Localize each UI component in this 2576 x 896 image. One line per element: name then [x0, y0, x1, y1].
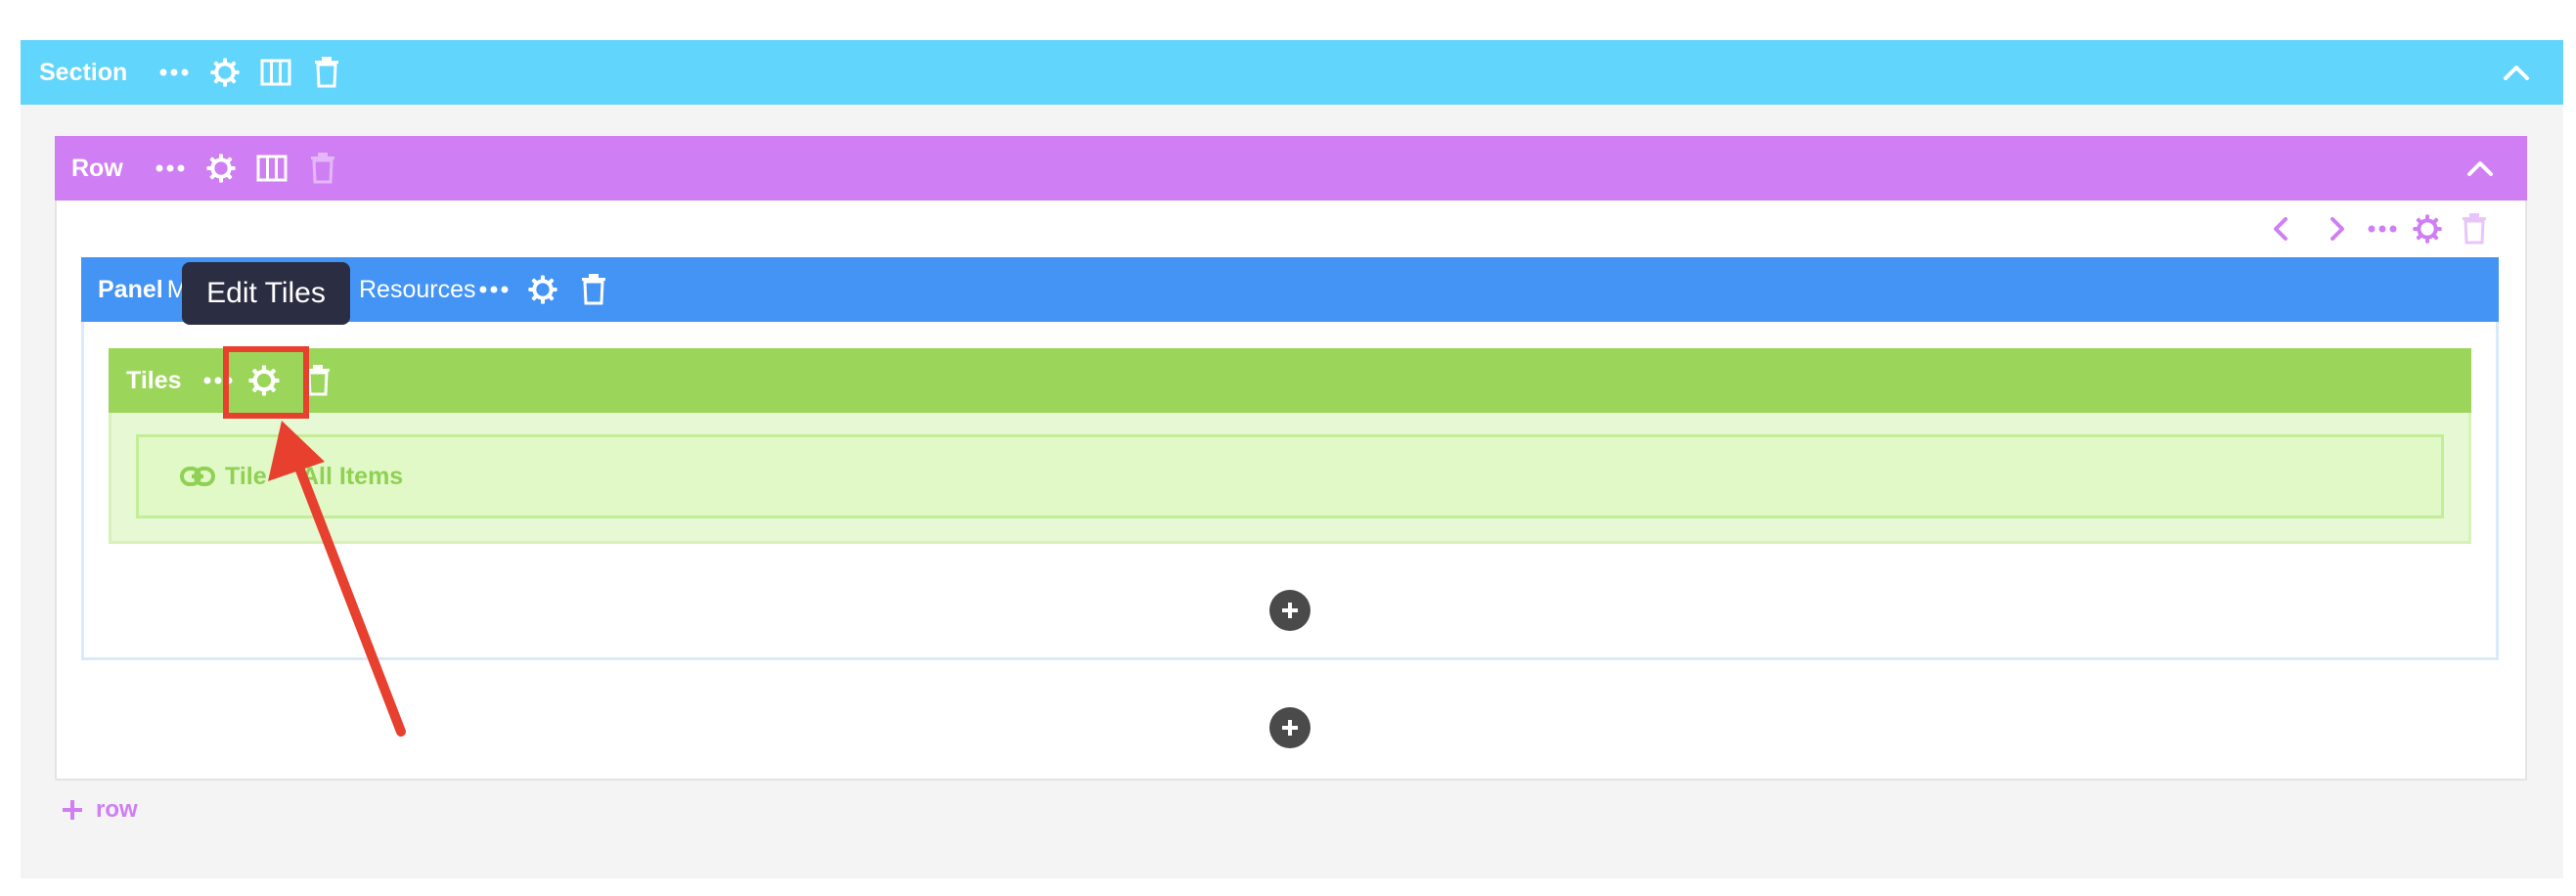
link-icon — [180, 457, 215, 496]
chevron-right-icon[interactable] — [2318, 209, 2357, 248]
chevron-up-icon[interactable] — [2497, 53, 2536, 92]
add-element-button[interactable] — [1269, 590, 1310, 631]
content-item-text-left: Tile — [225, 462, 267, 490]
plus-icon — [1282, 720, 1298, 736]
chevron-left-icon[interactable] — [2261, 209, 2300, 248]
section-header: Section — [21, 40, 2563, 105]
panel-label: Panel — [98, 275, 163, 303]
more-dots-icon[interactable] — [2363, 209, 2402, 248]
annotation-arrow — [268, 421, 406, 737]
content-item[interactable]: Tile All Items — [136, 434, 2444, 518]
add-row-button[interactable]: row — [61, 794, 138, 826]
tiles-label: Tiles — [126, 366, 182, 394]
more-dots-icon[interactable] — [155, 53, 194, 92]
panel-header: Panel M Resources — [81, 257, 2499, 322]
tiles-header: Tiles — [109, 348, 2471, 413]
plus-icon — [1282, 603, 1298, 618]
gear-icon[interactable] — [205, 53, 244, 92]
section-label: Section — [39, 58, 128, 86]
column-toolbar — [2240, 209, 2494, 248]
columns-icon[interactable] — [256, 53, 295, 92]
add-column-button[interactable] — [1269, 707, 1310, 748]
highlight-box — [223, 346, 309, 419]
gear-icon[interactable] — [201, 149, 241, 188]
trash-icon — [303, 149, 342, 188]
tooltip: Edit Tiles — [182, 262, 350, 325]
trash-icon — [2455, 209, 2494, 248]
panel-label-rest: Resources — [359, 275, 476, 303]
columns-icon[interactable] — [252, 149, 291, 188]
gear-icon[interactable] — [523, 270, 562, 309]
plus-icon — [61, 798, 84, 822]
tooltip-text: Edit Tiles — [206, 277, 326, 309]
more-dots-icon[interactable] — [151, 149, 190, 188]
trash-icon[interactable] — [307, 53, 346, 92]
chevron-up-icon[interactable] — [2461, 149, 2500, 188]
row-label: Row — [71, 154, 123, 182]
more-dots-icon[interactable] — [474, 270, 513, 309]
add-row-label: row — [96, 796, 138, 823]
row-header: Row — [55, 136, 2527, 201]
trash-icon[interactable] — [574, 270, 613, 309]
gear-icon[interactable] — [2408, 209, 2447, 248]
